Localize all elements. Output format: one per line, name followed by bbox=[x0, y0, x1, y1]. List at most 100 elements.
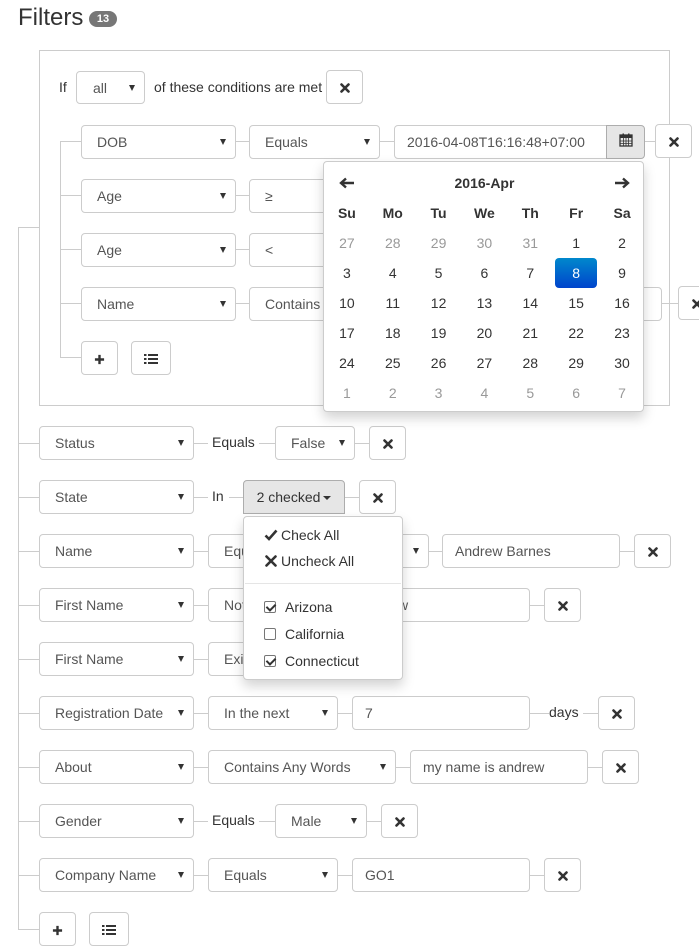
calendar-day[interactable]: 22 bbox=[553, 318, 599, 348]
operator-select[interactable]: Equals bbox=[208, 858, 338, 892]
operator-select[interactable]: In the next bbox=[208, 696, 338, 730]
remove-rule-button[interactable] bbox=[634, 534, 671, 568]
operator-select[interactable]: Equals bbox=[249, 125, 380, 159]
field-select[interactable]: Name bbox=[39, 534, 194, 568]
date-input[interactable]: 2016-04-08T16:16:48+07:00 bbox=[394, 125, 607, 159]
add-group-button[interactable] bbox=[131, 341, 171, 375]
calendar-button[interactable] bbox=[606, 125, 645, 159]
calendar-day[interactable]: 6 bbox=[461, 258, 507, 288]
value-input[interactable]: 7 bbox=[352, 696, 530, 730]
calendar-day[interactable]: 8 bbox=[553, 258, 599, 288]
calendar-day[interactable]: 3 bbox=[416, 378, 462, 408]
calendar-day[interactable]: 1 bbox=[324, 378, 370, 408]
field-select[interactable]: State bbox=[39, 480, 194, 514]
calendar-day[interactable]: 12 bbox=[416, 288, 462, 318]
calendar-day[interactable]: 1 bbox=[553, 228, 599, 258]
state-option[interactable]: California bbox=[244, 621, 402, 647]
calendar-day[interactable]: 24 bbox=[324, 348, 370, 378]
calendar-day[interactable]: 10 bbox=[324, 288, 370, 318]
field-select[interactable]: Age bbox=[81, 233, 236, 267]
field-select-value: Age bbox=[97, 188, 122, 204]
calendar-day[interactable]: 30 bbox=[461, 228, 507, 258]
uncheck-all-option[interactable]: Uncheck All bbox=[244, 548, 402, 574]
calendar-day[interactable]: 27 bbox=[324, 228, 370, 258]
calendar-day[interactable]: 29 bbox=[416, 228, 462, 258]
calendar-day[interactable]: 29 bbox=[553, 348, 599, 378]
calendar-day[interactable]: 4 bbox=[461, 378, 507, 408]
calendar-day[interactable]: 28 bbox=[507, 348, 553, 378]
value-input[interactable]: my name is andrew bbox=[410, 750, 588, 784]
value-input[interactable]: GO1 bbox=[352, 858, 530, 892]
calendar-day[interactable]: 19 bbox=[416, 318, 462, 348]
datepicker-month-label[interactable]: 2016-Apr bbox=[370, 168, 599, 198]
checkbox[interactable] bbox=[264, 655, 276, 667]
value-select[interactable]: False bbox=[275, 426, 355, 460]
add-rule-button[interactable] bbox=[39, 912, 76, 946]
connector bbox=[259, 443, 275, 444]
state-multiselect-toggle[interactable]: 2 checked bbox=[243, 480, 345, 514]
remove-rule-button[interactable] bbox=[369, 426, 406, 460]
tree-connector bbox=[18, 929, 39, 930]
remove-rule-button[interactable] bbox=[359, 480, 396, 514]
calendar-day[interactable]: 26 bbox=[416, 348, 462, 378]
calendar-day[interactable]: 2 bbox=[370, 378, 416, 408]
calendar-day-label: 29 bbox=[568, 355, 584, 371]
calendar-day[interactable]: 5 bbox=[416, 258, 462, 288]
calendar-day[interactable]: 16 bbox=[599, 288, 645, 318]
add-group-button[interactable] bbox=[89, 912, 129, 946]
field-select[interactable]: Registration Date bbox=[39, 696, 194, 730]
calendar-day[interactable]: 6 bbox=[553, 378, 599, 408]
remove-rule-button[interactable] bbox=[544, 588, 581, 622]
calendar-day[interactable]: 21 bbox=[507, 318, 553, 348]
field-select[interactable]: First Name bbox=[39, 588, 194, 622]
field-select[interactable]: Status bbox=[39, 426, 194, 460]
calendar-day[interactable]: 20 bbox=[461, 318, 507, 348]
state-option[interactable]: Arizona bbox=[244, 594, 402, 620]
remove-rule-button[interactable] bbox=[381, 804, 418, 838]
calendar-day[interactable]: 13 bbox=[461, 288, 507, 318]
calendar-day[interactable]: 5 bbox=[507, 378, 553, 408]
remove-group-button[interactable] bbox=[326, 70, 363, 104]
calendar-day[interactable]: 31 bbox=[507, 228, 553, 258]
field-select[interactable]: About bbox=[39, 750, 194, 784]
next-month-button[interactable] bbox=[599, 168, 645, 198]
calendar-day[interactable]: 3 bbox=[324, 258, 370, 288]
calendar-day[interactable]: 9 bbox=[599, 258, 645, 288]
field-select[interactable]: Age bbox=[81, 179, 236, 213]
add-rule-button[interactable] bbox=[81, 341, 118, 375]
value-input[interactable]: Andrew Barnes bbox=[442, 534, 620, 568]
remove-rule-button[interactable] bbox=[602, 750, 639, 784]
calendar-day[interactable]: 18 bbox=[370, 318, 416, 348]
calendar-day[interactable]: 25 bbox=[370, 348, 416, 378]
remove-rule-button[interactable] bbox=[598, 696, 635, 730]
calendar-day[interactable]: 7 bbox=[599, 378, 645, 408]
calendar-day[interactable]: 27 bbox=[461, 348, 507, 378]
checkbox[interactable] bbox=[264, 628, 276, 640]
calendar-day[interactable]: 7 bbox=[507, 258, 553, 288]
checkbox[interactable] bbox=[264, 601, 276, 613]
field-select[interactable]: Name bbox=[81, 287, 236, 321]
state-option[interactable]: Connecticut bbox=[244, 648, 402, 674]
field-select[interactable]: Company Name bbox=[39, 858, 194, 892]
calendar-day[interactable]: 17 bbox=[324, 318, 370, 348]
value-select[interactable]: Male bbox=[275, 804, 367, 838]
calendar-day[interactable]: 4 bbox=[370, 258, 416, 288]
remove-rule-button[interactable] bbox=[544, 858, 581, 892]
remove-rule-button[interactable] bbox=[678, 286, 699, 320]
check-all-option[interactable]: Check All bbox=[244, 522, 402, 548]
calendar-day[interactable]: 11 bbox=[370, 288, 416, 318]
calendar-day[interactable]: 2 bbox=[599, 228, 645, 258]
calendar-day-label: 21 bbox=[522, 325, 539, 341]
calendar-day[interactable]: 15 bbox=[553, 288, 599, 318]
operator-select[interactable]: Contains Any Words bbox=[208, 750, 396, 784]
match-select[interactable]: all bbox=[76, 71, 145, 104]
calendar-day[interactable]: 14 bbox=[507, 288, 553, 318]
field-select[interactable]: First Name bbox=[39, 642, 194, 676]
calendar-day[interactable]: 28 bbox=[370, 228, 416, 258]
field-select[interactable]: DOB bbox=[81, 125, 236, 159]
calendar-day[interactable]: 30 bbox=[599, 348, 645, 378]
field-select[interactable]: Gender bbox=[39, 804, 194, 838]
calendar-day[interactable]: 23 bbox=[599, 318, 645, 348]
prev-month-button[interactable] bbox=[324, 168, 370, 198]
remove-rule-button[interactable] bbox=[655, 124, 692, 158]
